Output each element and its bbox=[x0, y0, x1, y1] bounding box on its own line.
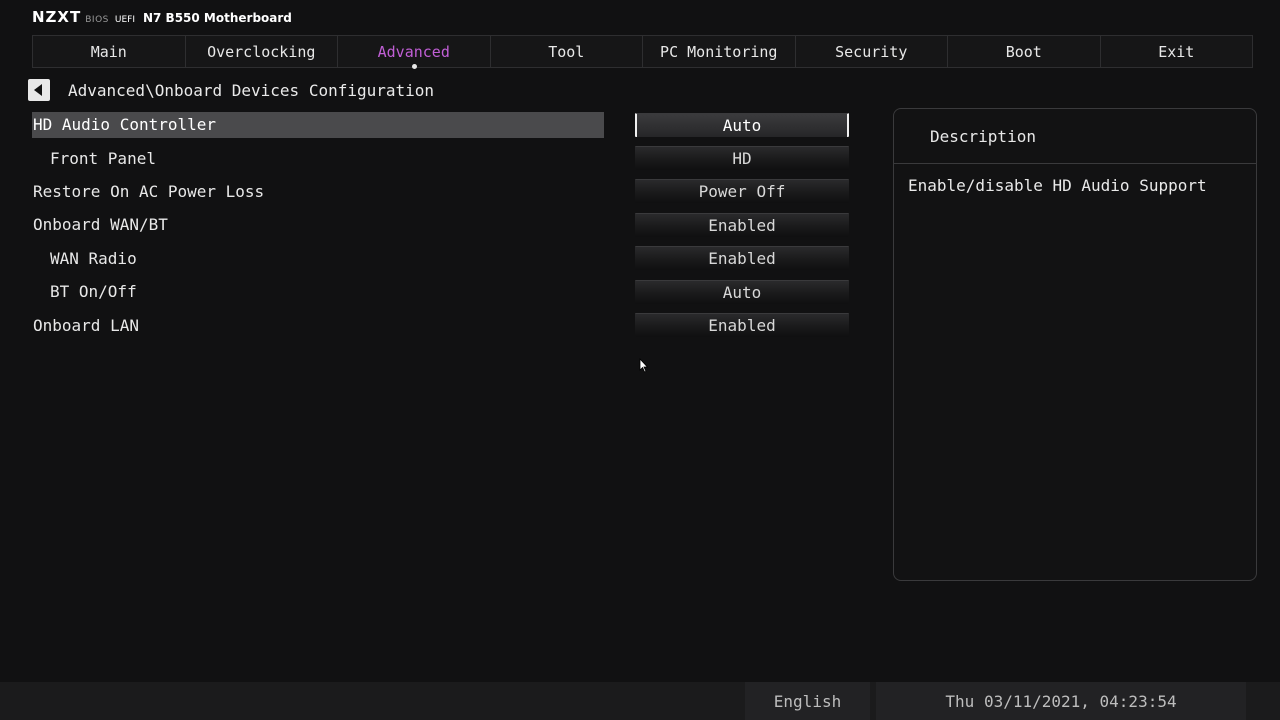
tab-tool[interactable]: Tool bbox=[491, 36, 643, 67]
hd-audio-controller-value[interactable]: Auto bbox=[635, 112, 849, 137]
tab-pc-monitoring[interactable]: PC Monitoring bbox=[643, 36, 796, 67]
date-time-display: Thu 03/11/2021, 04:23:54 bbox=[876, 682, 1246, 720]
status-bar: English Thu 03/11/2021, 04:23:54 bbox=[0, 682, 1280, 720]
description-title: Description bbox=[894, 109, 1256, 164]
tab-overclocking[interactable]: Overclocking bbox=[186, 36, 338, 67]
brand-header: NZXT BIOS UEFI N7 B550 Motherboard bbox=[32, 8, 292, 26]
setting-row-onboard-lan[interactable]: Onboard LAN Enabled bbox=[32, 308, 852, 341]
setting-label: Restore On AC Power Loss bbox=[33, 181, 265, 201]
motherboard-model: N7 B550 Motherboard bbox=[142, 11, 292, 25]
setting-row-onboard-wan-bt[interactable]: Onboard WAN/BT Enabled bbox=[32, 208, 852, 241]
description-panel: Description Enable/disable HD Audio Supp… bbox=[893, 108, 1257, 581]
setting-label: Onboard LAN bbox=[33, 315, 139, 335]
breadcrumb: Advanced\Onboard Devices Configuration bbox=[28, 78, 434, 102]
back-arrow-icon bbox=[34, 84, 42, 96]
onboard-wan-bt-value[interactable]: Enabled bbox=[635, 212, 849, 237]
tab-exit[interactable]: Exit bbox=[1101, 36, 1253, 67]
setting-row-front-panel[interactable]: Front Panel HD bbox=[32, 141, 852, 174]
bios-label: BIOS bbox=[85, 15, 109, 25]
setting-label: Front Panel bbox=[50, 148, 156, 168]
setting-label: WAN Radio bbox=[50, 248, 137, 268]
tab-main[interactable]: Main bbox=[33, 36, 186, 67]
restore-on-ac-power-loss-value[interactable]: Power Off bbox=[635, 179, 849, 204]
setting-label: Onboard WAN/BT bbox=[33, 215, 168, 235]
settings-list: HD Audio Controller Auto Front Panel HD … bbox=[32, 108, 852, 342]
uefi-label: UEFI bbox=[114, 15, 135, 25]
nzxt-logo: NZXT bbox=[32, 8, 82, 26]
setting-label: BT On/Off bbox=[50, 282, 137, 302]
back-button[interactable] bbox=[28, 79, 50, 101]
language-selector[interactable]: English bbox=[745, 682, 870, 720]
bt-on-off-value[interactable]: Auto bbox=[635, 279, 849, 304]
top-tab-bar: Main Overclocking Advanced Tool PC Monit… bbox=[32, 35, 1253, 69]
description-text: Enable/disable HD Audio Support bbox=[908, 176, 1207, 195]
front-panel-value[interactable]: HD bbox=[635, 146, 849, 171]
tab-advanced[interactable]: Advanced bbox=[338, 36, 491, 69]
breadcrumb-path: Advanced\Onboard Devices Configuration bbox=[68, 80, 435, 100]
setting-row-bt-on-off[interactable]: BT On/Off Auto bbox=[32, 275, 852, 308]
mouse-pointer-icon bbox=[639, 358, 649, 373]
wan-radio-value[interactable]: Enabled bbox=[635, 246, 849, 271]
setting-row-hd-audio-controller[interactable]: HD Audio Controller Auto bbox=[32, 108, 852, 141]
onboard-lan-value[interactable]: Enabled bbox=[635, 313, 849, 338]
setting-row-wan-radio[interactable]: WAN Radio Enabled bbox=[32, 242, 852, 275]
tab-security[interactable]: Security bbox=[796, 36, 948, 67]
setting-label: HD Audio Controller bbox=[32, 111, 604, 138]
tab-boot[interactable]: Boot bbox=[948, 36, 1101, 67]
setting-row-restore-on-ac-power-loss[interactable]: Restore On AC Power Loss Power Off bbox=[32, 175, 852, 208]
